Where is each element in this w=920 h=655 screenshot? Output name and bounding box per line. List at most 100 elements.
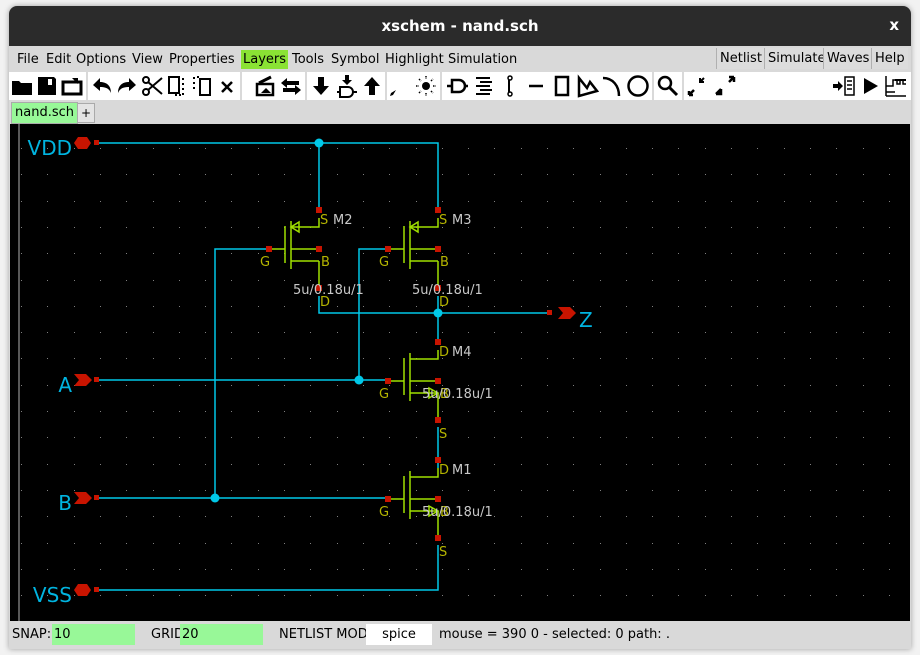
copy-icon[interactable] (165, 74, 189, 98)
pin-vdd[interactable]: VDD (28, 136, 99, 160)
menu-view[interactable]: View (130, 50, 165, 69)
wire-vss[interactable] (97, 545, 439, 591)
pin-icon[interactable] (445, 74, 469, 98)
waves-button[interactable]: Waves (823, 48, 873, 69)
instance-name: M3 (452, 213, 472, 228)
schematic-drawing[interactable]: S M2G BD5u/0.18u/1S M3G BD5u/0.18u/1D M4G BS5u… (10, 124, 910, 621)
netlist-icon[interactable] (832, 74, 856, 98)
pin-terminal (94, 495, 99, 500)
menu-file[interactable]: File (15, 50, 41, 69)
junction (354, 375, 364, 385)
wire-icon[interactable] (388, 74, 412, 98)
net-label-icon[interactable] (498, 74, 522, 98)
transistor-m3[interactable]: S M3G BD5u/0.18u/1 (379, 207, 483, 310)
transistor-m1[interactable]: D M1G BS5u/0.18u/1 (379, 457, 493, 560)
text-icon[interactable] (472, 74, 496, 98)
instance-name: M2 (333, 213, 353, 228)
netlist-mode-button[interactable]: spice (366, 624, 432, 645)
menu-simulation[interactable]: Simulation (446, 50, 519, 69)
move-icon[interactable] (190, 74, 214, 98)
zoom-icon[interactable] (656, 74, 680, 98)
terminal-label: G (260, 255, 270, 270)
snap-label: SNAP: (12, 627, 52, 642)
pin-terminal (94, 587, 99, 592)
help-button[interactable]: Help (871, 48, 908, 69)
highlight-icon[interactable] (414, 74, 438, 98)
device-size: 5u/0.18u/1 (293, 283, 364, 298)
wires (97, 142, 550, 591)
swap-icon[interactable] (279, 74, 303, 98)
status-info: mouse = 390 0 - selected: 0 path: . (439, 627, 670, 642)
terminal-pin (385, 378, 391, 384)
insert-symbol-icon[interactable] (335, 74, 359, 98)
pin-vss[interactable]: VSS (33, 583, 99, 607)
close-button[interactable]: x (889, 16, 899, 34)
line-icon[interactable] (524, 74, 548, 98)
pin-b[interactable]: B (58, 491, 99, 515)
terminal-label: B (440, 255, 449, 270)
ascend-icon[interactable] (360, 74, 384, 98)
transistor-m2[interactable]: S M2G BD5u/0.18u/1 (260, 207, 364, 310)
toolbar (9, 72, 911, 100)
cut-icon[interactable] (140, 74, 164, 98)
simulate-button[interactable]: Simulate (764, 48, 829, 69)
waves-icon[interactable] (883, 74, 907, 98)
transistor-m4[interactable]: D M4G BS5u/0.18u/1 (379, 339, 493, 442)
circle-icon[interactable] (626, 74, 650, 98)
terminal-label: B (321, 255, 330, 270)
status-bar: SNAP: 10 GRID: 20 NETLIST MODE: spice mo… (9, 621, 911, 649)
menu-symbol[interactable]: Symbol (329, 50, 381, 69)
wire-b-m2[interactable] (214, 248, 269, 498)
pin-a[interactable]: A (58, 373, 99, 397)
menu-highlight[interactable]: Highlight (383, 50, 446, 69)
rect-icon[interactable] (550, 74, 574, 98)
input-pin-icon (74, 492, 92, 504)
push-schematic-icon[interactable] (254, 74, 278, 98)
reload-icon[interactable] (60, 74, 84, 98)
device-size: 5u/0.18u/1 (422, 387, 493, 402)
netlist-button[interactable]: Netlist (716, 48, 765, 69)
snap-field[interactable]: 10 (52, 624, 135, 645)
instance-name: M1 (452, 463, 472, 478)
device-size: 5u/0.18u/1 (412, 283, 483, 298)
wire-vdd[interactable] (97, 142, 439, 210)
tab-bar: nand.sch + (9, 100, 911, 124)
junctions (210, 138, 443, 503)
zoom-full-icon[interactable] (686, 74, 710, 98)
descend-icon[interactable] (309, 74, 333, 98)
delete-icon[interactable] (215, 74, 239, 98)
save-icon[interactable] (35, 74, 59, 98)
instance-name: M4 (452, 345, 472, 360)
terminal-label: S (439, 213, 447, 228)
terminal-label: G (379, 255, 389, 270)
terminal-pin (316, 246, 322, 252)
terminal-pin (266, 246, 272, 252)
redo-icon[interactable] (115, 74, 139, 98)
input-pin-icon (74, 584, 91, 596)
menu-options[interactable]: Options (74, 50, 128, 69)
undo-icon[interactable] (90, 74, 114, 98)
menu-tools[interactable]: Tools (290, 50, 326, 69)
pin-label: VDD (28, 136, 72, 160)
terminal-pin (435, 246, 441, 252)
terminal-label: D (439, 463, 449, 478)
simulate-icon[interactable] (858, 74, 882, 98)
schematic-canvas[interactable]: S M2 G B D 5u/0.18u/1 S M3 G B D 5u/0.18u/1 D M4 G B S 5u… (10, 124, 910, 621)
arc-icon[interactable] (601, 74, 625, 98)
grid-field[interactable]: 20 (180, 624, 263, 645)
menu-properties[interactable]: Properties (167, 50, 237, 69)
terminal-label: S (439, 545, 447, 560)
menu-layers[interactable]: Layers (241, 50, 289, 69)
menu-edit[interactable]: Edit (44, 50, 73, 69)
pin-z[interactable]: Z (547, 307, 593, 332)
zoom-fit-icon[interactable] (713, 74, 737, 98)
open-icon[interactable] (10, 74, 34, 98)
add-tab-button[interactable]: + (77, 103, 95, 123)
tab-nand-sch[interactable]: nand.sch (11, 102, 78, 124)
terminal-label: S (439, 427, 447, 442)
pin-terminal (94, 377, 99, 382)
terminal-pin (435, 417, 441, 423)
input-pin-icon (74, 374, 92, 386)
polygon-icon[interactable] (575, 74, 600, 98)
menu-bar: File Edit Options View Properties Layers… (9, 48, 911, 71)
